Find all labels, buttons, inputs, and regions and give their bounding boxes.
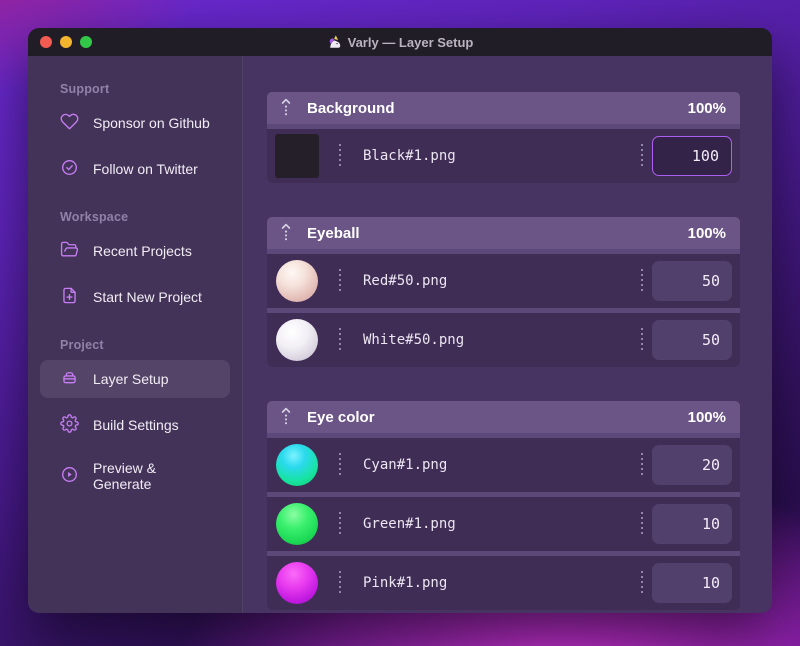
sidebar-section-label: Project	[60, 338, 104, 352]
window-title-text: Varly — Layer Setup	[347, 34, 474, 50]
green-sphere-thumb	[276, 503, 318, 545]
sidebar-item-follow-on-twitter[interactable]: Follow on Twitter	[40, 150, 230, 188]
layer-row: Red#50.png	[267, 254, 740, 308]
layer-group-header: Eyeball 100%	[267, 217, 740, 249]
layer-group-name: Eye color	[307, 408, 375, 426]
pink-sphere-thumb	[276, 562, 318, 604]
sidebar-item-recent-projects[interactable]: Recent Projects	[40, 232, 230, 270]
sidebar-item-label: Recent Projects	[93, 243, 192, 259]
layer-filename: Black#1.png	[363, 148, 456, 164]
unicorn-icon	[329, 34, 340, 48]
layer-filename: Cyan#1.png	[363, 457, 448, 473]
layer-filename: Red#50.png	[363, 273, 448, 289]
sidebar-item-label: Sponsor on Github	[93, 115, 210, 131]
dotted-separator	[339, 269, 341, 293]
white-sphere-thumb	[276, 319, 318, 361]
sidebar-item-preview-generate[interactable]: Preview & Generate	[40, 452, 230, 500]
titlebar: Varly — Layer Setup	[28, 28, 772, 56]
sidebar-item-label: Build Settings	[93, 417, 179, 433]
layer-group-name: Eyeball	[307, 224, 360, 242]
app-window: Varly — Layer Setup Support Sponsor on G…	[28, 28, 772, 613]
sidebar-item-label: Follow on Twitter	[93, 161, 198, 177]
desktop: { "titlebar": { "title": "Varly — Layer …	[0, 0, 800, 646]
layer-group-weight: 100%	[687, 99, 726, 117]
sidebar-item-layer-setup[interactable]: Layer Setup	[40, 360, 230, 398]
layer-box-icon	[60, 368, 79, 390]
layer-filename: White#50.png	[363, 332, 465, 348]
sidebar-section: Project Layer Setup Build Settings Previ…	[40, 338, 230, 500]
sidebar-section-label: Workspace	[60, 210, 129, 224]
layer-row: Black#1.png	[267, 129, 740, 183]
sidebar: Support Sponsor on Github Follow on Twit…	[28, 56, 243, 613]
play-circle-icon	[60, 465, 79, 487]
dotted-separator	[641, 453, 643, 477]
layer-weight-input[interactable]	[652, 136, 732, 176]
drag-handle-icon[interactable]	[281, 407, 291, 427]
sidebar-item-build-settings[interactable]: Build Settings	[40, 406, 230, 444]
layer-row: Green#1.png	[267, 497, 740, 551]
sidebar-item-start-new-project[interactable]: Start New Project	[40, 278, 230, 316]
layer-filename: Pink#1.png	[363, 575, 448, 591]
layer-weight-input[interactable]	[652, 320, 732, 360]
layer-weight-input[interactable]	[652, 504, 732, 544]
dotted-separator	[641, 512, 643, 536]
dotted-separator	[339, 453, 341, 477]
sidebar-section-label: Support	[60, 82, 110, 96]
badge-check-icon	[60, 158, 79, 180]
layer-filename: Green#1.png	[363, 516, 456, 532]
layer-row: Pink#1.png	[267, 556, 740, 610]
close-button[interactable]	[40, 36, 52, 48]
sidebar-section: Workspace Recent Projects Start New Proj…	[40, 210, 230, 316]
dotted-separator	[641, 571, 643, 595]
dotted-separator	[641, 269, 643, 293]
black-square-thumb	[275, 134, 319, 178]
layer-weight-input[interactable]	[652, 445, 732, 485]
sidebar-item-sponsor-on-github[interactable]: Sponsor on Github	[40, 104, 230, 142]
layer-row: Cyan#1.png	[267, 438, 740, 492]
dotted-separator	[339, 328, 341, 352]
layer-weight-input[interactable]	[652, 563, 732, 603]
layer-group-weight: 100%	[687, 408, 726, 426]
layer-row: White#50.png	[267, 313, 740, 367]
dotted-separator	[339, 144, 341, 168]
sidebar-item-label: Layer Setup	[93, 371, 169, 387]
window-body: Support Sponsor on Github Follow on Twit…	[28, 56, 772, 613]
sidebar-item-label: Start New Project	[93, 289, 202, 305]
sidebar-item-label: Preview & Generate	[93, 460, 157, 492]
dotted-separator	[339, 571, 341, 595]
dotted-separator	[339, 512, 341, 536]
layer-group: Background 100% Black#1.png	[267, 92, 740, 183]
layer-group-header: Background 100%	[267, 92, 740, 124]
window-title: Varly — Layer Setup	[327, 34, 474, 50]
layer-list-scroll-area[interactable]: Background 100% Black#1.png Eyeball 100%	[243, 56, 772, 613]
sidebar-section: Support Sponsor on Github Follow on Twit…	[40, 82, 230, 188]
layer-group-header: Eye color 100%	[267, 401, 740, 433]
layer-group-name: Background	[307, 99, 395, 117]
file-plus-icon	[60, 286, 79, 308]
drag-handle-icon[interactable]	[281, 98, 291, 118]
traffic-lights	[40, 28, 92, 56]
layer-group-weight: 100%	[687, 224, 726, 242]
folder-open-icon	[60, 240, 79, 262]
minimize-button[interactable]	[60, 36, 72, 48]
dotted-separator	[641, 328, 643, 352]
layer-group: Eyeball 100% Red#50.png White#50.png	[267, 217, 740, 367]
layer-weight-input[interactable]	[652, 261, 732, 301]
zoom-button[interactable]	[80, 36, 92, 48]
layer-group: Eye color 100% Cyan#1.png Green#1.png Pi…	[267, 401, 740, 610]
drag-handle-icon[interactable]	[281, 223, 291, 243]
heart-icon	[60, 112, 79, 134]
cyan-sphere-thumb	[276, 444, 318, 486]
red-sphere-thumb	[276, 260, 318, 302]
gear-icon	[60, 414, 79, 436]
dotted-separator	[641, 144, 643, 168]
